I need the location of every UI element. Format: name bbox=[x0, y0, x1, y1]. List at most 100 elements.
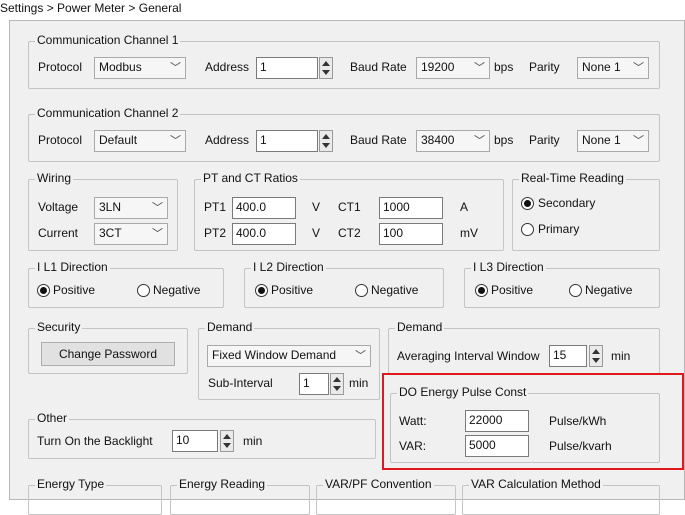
demand-group: Demand Fixed Window Demand ﹀ Sub-Interval… bbox=[198, 320, 380, 400]
parity-select[interactable]: None 1 ﹀ bbox=[577, 57, 649, 79]
spin-up-icon[interactable] bbox=[322, 61, 330, 66]
pt2-unit: V bbox=[312, 226, 321, 240]
il3-positive-radio[interactable] bbox=[475, 284, 488, 297]
spin-up-icon[interactable] bbox=[223, 434, 231, 439]
pt2-input[interactable]: 400.0 bbox=[232, 223, 296, 245]
var-calculation-method-group: VAR Calculation Method bbox=[462, 477, 660, 515]
baud-rate-label: Baud Rate bbox=[350, 133, 407, 147]
pt1-label: PT1 bbox=[204, 200, 227, 214]
address-spinner[interactable] bbox=[319, 57, 333, 79]
protocol-select[interactable]: Default ﹀ bbox=[94, 130, 186, 152]
sub-interval-input[interactable]: 1 bbox=[299, 373, 329, 395]
protocol-select[interactable]: Modbus ﹀ bbox=[94, 57, 186, 79]
security-group: Security Change Password bbox=[28, 320, 188, 374]
pt-ct-ratios-group: PT and CT Ratios PT1 400.0 V CT1 1000 A … bbox=[194, 171, 504, 251]
address-input[interactable]: 1 bbox=[256, 130, 318, 152]
chevron-down-icon: ﹀ bbox=[633, 62, 644, 74]
chevron-down-icon: ﹀ bbox=[633, 135, 644, 147]
il3-negative-radio[interactable] bbox=[569, 284, 582, 297]
voltage-value: 3LN bbox=[99, 200, 122, 214]
il1-negative-label: Negative bbox=[153, 283, 201, 297]
varpf-convention-group: VAR/PF Convention bbox=[316, 477, 456, 515]
energy-reading-title: Energy Reading bbox=[177, 477, 268, 491]
il1-positive-radio[interactable] bbox=[37, 284, 50, 297]
energy-reading-group: Energy Reading bbox=[170, 477, 310, 515]
comm-channel-1-group: Communication Channel 1 Protocol Modbus ﹀… bbox=[28, 33, 660, 89]
averaging-interval-input[interactable]: 15 bbox=[549, 345, 587, 367]
parity-select[interactable]: None 1 ﹀ bbox=[577, 130, 649, 152]
il3-negative-label: Negative bbox=[585, 283, 633, 297]
ct2-unit: mV bbox=[460, 226, 478, 240]
spin-down-icon[interactable] bbox=[322, 143, 330, 148]
il1-direction-group: I L1 Direction Positive Negative bbox=[28, 260, 224, 308]
averaging-interval-unit: min bbox=[611, 349, 631, 363]
address-label: Address bbox=[205, 133, 250, 147]
primary-radio[interactable] bbox=[521, 223, 534, 236]
il2-direction-title: I L2 Direction bbox=[251, 260, 326, 274]
baud-rate-value: 38400 bbox=[421, 133, 455, 147]
il2-positive-label: Positive bbox=[271, 283, 314, 297]
bps-label: bps bbox=[494, 133, 514, 147]
address-spinner[interactable] bbox=[319, 130, 333, 152]
varpf-convention-title: VAR/PF Convention bbox=[323, 477, 434, 491]
averaging-interval-spinner[interactable] bbox=[589, 345, 603, 367]
primary-label: Primary bbox=[538, 222, 580, 236]
spin-up-icon[interactable] bbox=[333, 377, 341, 382]
pt1-input[interactable]: 400.0 bbox=[232, 197, 296, 219]
demand-mode-select[interactable]: Fixed Window Demand ﹀ bbox=[207, 345, 371, 367]
ct2-label: CT2 bbox=[338, 226, 361, 240]
il3-positive-label: Positive bbox=[491, 283, 534, 297]
pt-ct-ratios-title: PT and CT Ratios bbox=[201, 171, 300, 185]
spin-up-icon[interactable] bbox=[322, 134, 330, 139]
il1-negative-radio[interactable] bbox=[137, 284, 150, 297]
current-value: 3CT bbox=[99, 226, 122, 240]
demand-mode-value: Fixed Window Demand bbox=[212, 348, 337, 362]
spin-up-icon[interactable] bbox=[592, 349, 600, 354]
backlight-input[interactable]: 10 bbox=[172, 430, 218, 452]
ct1-input[interactable]: 1000 bbox=[379, 197, 443, 219]
il2-positive-radio[interactable] bbox=[255, 284, 268, 297]
averaging-interval-label: Averaging Interval Window bbox=[397, 349, 540, 363]
secondary-radio[interactable] bbox=[521, 197, 534, 210]
chevron-down-icon: ﹀ bbox=[474, 135, 485, 147]
chevron-down-icon: ﹀ bbox=[474, 62, 485, 74]
il2-negative-radio[interactable] bbox=[355, 284, 368, 297]
voltage-select[interactable]: 3LN ﹀ bbox=[94, 197, 168, 219]
real-time-reading-title: Real-Time Reading bbox=[519, 171, 626, 185]
wiring-group: Wiring Voltage 3LN ﹀ Current 3CT ﹀ bbox=[28, 171, 178, 251]
breadcrumb: Settings > Power Meter > General bbox=[0, 1, 182, 15]
baud-rate-select[interactable]: 19200 ﹀ bbox=[416, 57, 490, 79]
averaging-demand-title: Demand bbox=[395, 320, 445, 334]
pt1-unit: V bbox=[312, 200, 321, 214]
spin-down-icon[interactable] bbox=[592, 358, 600, 363]
il3-direction-title: I L3 Direction bbox=[471, 260, 546, 274]
protocol-value: Default bbox=[99, 133, 138, 147]
sub-interval-spinner[interactable] bbox=[330, 373, 344, 395]
il3-direction-group: I L3 Direction Positive Negative bbox=[464, 260, 660, 308]
chevron-down-icon: ﹀ bbox=[152, 202, 163, 214]
sub-interval-label: Sub-Interval bbox=[208, 376, 273, 390]
other-group: Other Turn On the Backlight 10 min bbox=[28, 411, 376, 459]
comm-channel-2-group: Communication Channel 2 Protocol Default… bbox=[28, 106, 660, 162]
baud-rate-label: Baud Rate bbox=[350, 60, 407, 74]
energy-type-title: Energy Type bbox=[35, 477, 107, 491]
protocol-label: Protocol bbox=[38, 133, 83, 147]
address-input[interactable]: 1 bbox=[256, 57, 318, 79]
baud-rate-value: 19200 bbox=[421, 60, 455, 74]
pt2-label: PT2 bbox=[204, 226, 227, 240]
backlight-spinner[interactable] bbox=[220, 430, 234, 452]
var-calculation-method-title: VAR Calculation Method bbox=[469, 477, 603, 491]
real-time-reading-group: Real-Time Reading Secondary Primary bbox=[512, 171, 660, 251]
secondary-label: Secondary bbox=[538, 196, 596, 210]
spin-down-icon[interactable] bbox=[223, 443, 231, 448]
comm-channel-2-title: Communication Channel 2 bbox=[35, 106, 181, 120]
current-select[interactable]: 3CT ﹀ bbox=[94, 223, 168, 245]
ct2-input[interactable]: 100 bbox=[379, 223, 443, 245]
voltage-label: Voltage bbox=[38, 200, 79, 214]
spin-down-icon[interactable] bbox=[322, 70, 330, 75]
il2-direction-group: I L2 Direction Positive Negative bbox=[244, 260, 444, 308]
baud-rate-select[interactable]: 38400 ﹀ bbox=[416, 130, 490, 152]
change-password-button[interactable]: Change Password bbox=[41, 342, 175, 366]
spin-down-icon[interactable] bbox=[333, 386, 341, 391]
other-title: Other bbox=[35, 411, 70, 425]
